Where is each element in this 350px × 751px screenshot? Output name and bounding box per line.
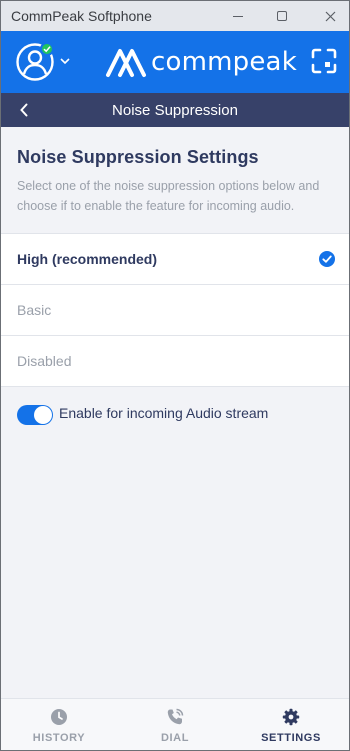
tab-history[interactable]: HISTORY <box>1 699 117 750</box>
chevron-left-icon <box>20 103 28 117</box>
brand-logo: commpeak <box>105 44 297 80</box>
option-basic[interactable]: Basic <box>1 285 349 336</box>
tab-label: HISTORY <box>32 732 86 744</box>
back-button[interactable] <box>15 100 33 120</box>
settings-header: Noise Suppression Settings Select one of… <box>17 147 341 216</box>
minimize-button[interactable] <box>219 1 257 31</box>
clock-icon <box>51 709 67 725</box>
page-navbar: Noise Suppression <box>1 93 349 127</box>
maximize-icon <box>277 11 287 21</box>
tab-settings[interactable]: SETTINGS <box>233 699 349 750</box>
expand-icon[interactable] <box>311 48 337 74</box>
tab-dial[interactable]: DIAL <box>117 699 233 750</box>
brand-name: commpeak <box>151 47 297 77</box>
settings-description: Select one of the noise suppression opti… <box>17 179 320 213</box>
settings-heading: Noise Suppression Settings <box>17 147 259 167</box>
tab-label: SETTINGS <box>261 732 321 744</box>
maximize-button[interactable] <box>263 1 301 31</box>
incoming-audio-row: Enable for incoming Audio stream <box>17 404 337 426</box>
phone-icon <box>167 708 184 725</box>
toggle-knob <box>34 406 52 424</box>
window-title: CommPeak Softphone <box>11 8 152 24</box>
close-button[interactable] <box>311 1 349 31</box>
option-high[interactable]: High (recommended) <box>1 234 349 285</box>
gear-icon <box>282 708 300 726</box>
incoming-audio-label: Enable for incoming Audio stream <box>59 405 269 421</box>
noise-options-list: High (recommended) Basic Disabled <box>1 233 349 387</box>
softphone-window: CommPeak Softphone commpeak Noise Suppre… <box>0 0 350 751</box>
option-label: High (recommended) <box>17 251 158 267</box>
app-header: commpeak <box>1 31 349 93</box>
option-label: Basic <box>17 302 52 318</box>
minimize-icon <box>233 15 243 17</box>
option-label: Disabled <box>17 353 72 369</box>
commpeak-logo-icon <box>106 49 146 77</box>
check-icon <box>43 46 51 53</box>
chevron-down-icon[interactable] <box>59 55 71 67</box>
tab-label: DIAL <box>160 732 190 744</box>
avatar-button[interactable] <box>15 42 55 82</box>
status-online-badge <box>40 42 54 56</box>
close-icon <box>325 11 335 21</box>
option-disabled[interactable]: Disabled <box>1 336 349 387</box>
page-title: Noise Suppression <box>112 101 238 119</box>
check-circle-icon <box>319 251 335 267</box>
bottom-tab-bar: HISTORY DIAL SETTINGS <box>1 698 349 750</box>
window-titlebar: CommPeak Softphone <box>1 1 349 31</box>
incoming-audio-toggle[interactable] <box>17 405 53 425</box>
